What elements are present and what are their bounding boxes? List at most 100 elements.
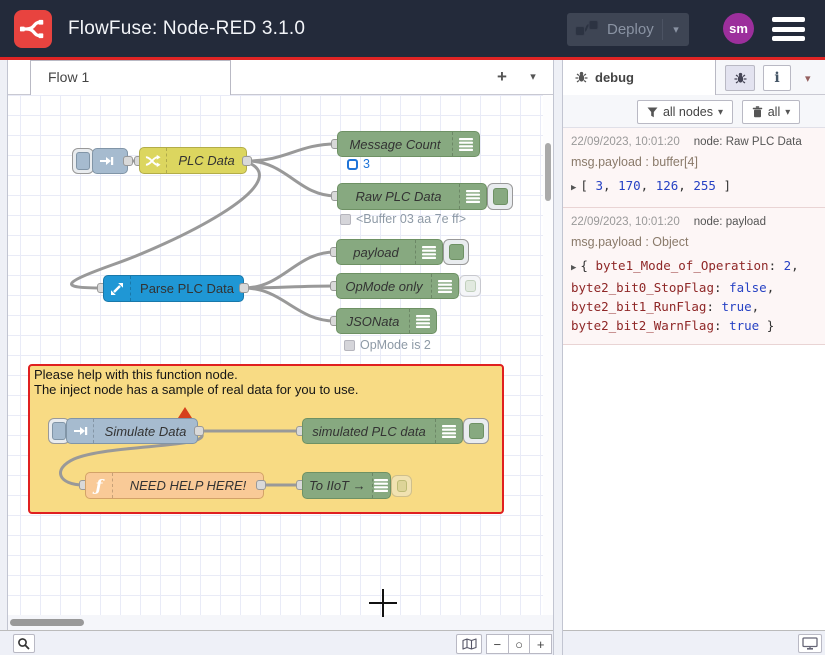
port[interactable] xyxy=(239,283,249,293)
debug-enable-toggle[interactable] xyxy=(443,239,469,265)
zoom-in-button[interactable]: + xyxy=(530,634,552,654)
node-payload[interactable]: payload xyxy=(336,239,443,265)
filter-nodes-button[interactable]: all nodes ▾ xyxy=(637,100,733,124)
debug-list-icon xyxy=(415,240,442,264)
flow-tabbar: Flow 1 + ▾ xyxy=(8,60,553,95)
flow-list-caret-icon[interactable]: ▾ xyxy=(523,66,543,88)
debug-panel-button[interactable] xyxy=(725,65,755,91)
port[interactable] xyxy=(242,156,252,166)
debug-enable-toggle[interactable] xyxy=(459,275,481,297)
trash-icon xyxy=(752,106,763,118)
zoom-out-button[interactable]: − xyxy=(486,634,509,654)
zoom-controls: − ○ + xyxy=(486,634,552,654)
filter-caret-icon: ▾ xyxy=(718,107,723,118)
add-flow-button[interactable]: + xyxy=(491,66,513,88)
debug-enable-toggle[interactable] xyxy=(487,183,513,210)
port[interactable] xyxy=(194,426,204,436)
node-plc-data[interactable]: PLC Data xyxy=(139,147,247,174)
monitor-icon xyxy=(802,637,818,650)
bug-icon xyxy=(734,72,747,85)
wire-layer xyxy=(0,95,553,630)
count-badge-icon xyxy=(347,159,358,170)
flow-canvas[interactable]: Please help with this function node. The… xyxy=(0,95,553,630)
message-meta: 22/09/2023, 10:01:20 node: payload xyxy=(571,216,817,228)
node-opmode-only[interactable]: OpMode only xyxy=(336,273,459,299)
debug-list-icon xyxy=(431,274,458,298)
status-dot-icon xyxy=(344,340,355,351)
zoom-reset-button[interactable]: ○ xyxy=(509,634,531,654)
info-panel-button[interactable]: i xyxy=(763,65,791,91)
page-title: FlowFuse: Node-RED 3.1.0 xyxy=(68,18,305,40)
debug-list-icon xyxy=(372,473,390,498)
panel-divider[interactable] xyxy=(553,60,563,655)
search-icon xyxy=(17,637,31,651)
node-simulate-data[interactable]: Simulate Data xyxy=(66,418,198,444)
range-arrows-icon xyxy=(104,276,131,301)
message-source-node: node: payload xyxy=(694,216,766,228)
node-jsonata[interactable]: JSONata xyxy=(336,308,437,334)
debug-enable-toggle[interactable] xyxy=(391,475,412,497)
shuffle-icon xyxy=(140,148,167,173)
message-property: msg.payload : buffer[4] xyxy=(571,155,817,169)
status-raw-plc: <Buffer 03 aa 7e ff> xyxy=(340,212,466,226)
warning-triangle-icon xyxy=(178,407,192,418)
crosshair-cursor xyxy=(382,589,384,617)
status-jsonata: OpMode is 2 xyxy=(344,338,431,352)
node-red-window: FlowFuse: Node-RED 3.1.0 Deploy ▾ sm xyxy=(0,0,825,655)
node-parse-plc-data[interactable]: Parse PLC Data xyxy=(103,275,244,302)
expand-caret-icon[interactable]: ▶ xyxy=(571,263,576,273)
deploy-label: Deploy xyxy=(607,21,662,38)
funnel-icon xyxy=(647,107,658,118)
expand-caret-icon[interactable]: ▶ xyxy=(571,183,576,193)
message-property: msg.payload : Object xyxy=(571,235,817,249)
node-raw-plc-data[interactable]: Raw PLC Data xyxy=(337,183,487,210)
debug-list-icon xyxy=(435,419,462,443)
function-icon: ƒ xyxy=(86,473,113,498)
message-content[interactable]: ▶{ byte1_Mode_of_Operation: 2,byte2_bit0… xyxy=(571,256,817,335)
navigator-button[interactable] xyxy=(456,634,482,654)
search-button[interactable] xyxy=(13,634,35,653)
workspace-footer: − ○ + xyxy=(0,630,553,655)
status-message-count: 3 xyxy=(347,157,370,171)
message-timestamp: 22/09/2023, 10:01:20 xyxy=(571,216,680,228)
node-message-count[interactable]: Message Count xyxy=(337,131,480,157)
inject-button[interactable] xyxy=(72,148,94,174)
port[interactable] xyxy=(256,480,266,490)
main-menu-button[interactable] xyxy=(772,17,805,41)
palette-edge xyxy=(0,60,8,630)
node-simulated-plc-data[interactable]: simulated PLC data xyxy=(302,418,463,444)
header-bar: FlowFuse: Node-RED 3.1.0 Deploy ▾ sm xyxy=(0,0,825,57)
deploy-button[interactable]: Deploy ▾ xyxy=(567,13,689,46)
sidebar-tabrow: debug i ▾ xyxy=(563,60,825,95)
port[interactable] xyxy=(123,156,133,166)
hamburger-icon xyxy=(772,17,805,22)
inject-arrow-icon xyxy=(67,419,94,443)
message-meta: 22/09/2023, 10:01:20 node: Raw PLC Data xyxy=(571,136,817,148)
debug-enable-toggle[interactable] xyxy=(463,418,489,444)
tab-debug[interactable]: debug xyxy=(563,60,716,95)
node-to-iiot[interactable]: To IIoT → xyxy=(302,472,391,499)
user-avatar[interactable]: sm xyxy=(723,13,754,44)
message-content[interactable]: ▶[ 3, 170, 126, 255 ] xyxy=(571,176,817,198)
map-icon xyxy=(462,638,477,651)
debug-message[interactable]: 22/09/2023, 10:01:20 node: Raw PLC Data ms… xyxy=(563,128,825,208)
status-dot-icon xyxy=(340,214,351,225)
tab-flow-1[interactable]: Flow 1 xyxy=(30,60,231,95)
inject-arrow-icon xyxy=(93,149,120,173)
open-window-button[interactable] xyxy=(798,634,822,653)
message-timestamp: 22/09/2023, 10:01:20 xyxy=(571,136,680,148)
message-source-node: node: Raw PLC Data xyxy=(694,136,802,148)
debug-sidebar: debug i ▾ all nodes ▾ xyxy=(563,60,825,630)
node-need-help[interactable]: ƒ NEED HELP HERE! xyxy=(85,472,264,499)
flowfuse-logo-icon[interactable] xyxy=(14,10,52,48)
deploy-nodes-icon xyxy=(575,20,599,40)
debug-list-icon xyxy=(452,132,479,156)
clear-messages-button[interactable]: all ▾ xyxy=(742,100,800,124)
debug-message[interactable]: 22/09/2023, 10:01:20 node: payload msg.pay… xyxy=(563,208,825,345)
debug-message-list: 22/09/2023, 10:01:20 node: Raw PLC Data ms… xyxy=(563,128,825,630)
deploy-options-caret-icon[interactable]: ▾ xyxy=(663,23,689,36)
clear-caret-icon: ▾ xyxy=(785,107,790,118)
sidebar-collapse-caret-icon[interactable]: ▾ xyxy=(805,72,811,85)
debug-toolbar: all nodes ▾ all ▾ xyxy=(563,95,825,128)
debug-list-icon xyxy=(459,184,486,209)
